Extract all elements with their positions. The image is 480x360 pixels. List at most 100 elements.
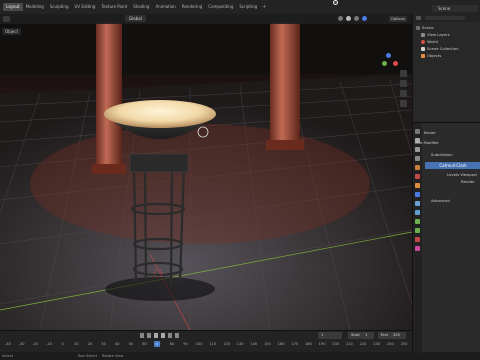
jump-end-icon[interactable] [175,333,179,338]
status-box-select: Box Select [78,354,98,358]
mode-label: Object [2,28,22,35]
start-frame-field[interactable]: 1 [362,332,374,339]
add-workspace-button[interactable]: + [262,4,266,10]
tool-tab-icon[interactable] [415,129,420,134]
add-modifier-dropdown[interactable]: Add Modifier [415,140,439,145]
timeline-tick-label: -30 [18,342,25,346]
workspace-tab-shading[interactable]: Shading [130,3,152,11]
workspace-tab-uv-editing[interactable]: UV Editing [72,3,99,11]
workspace-tab-modeling[interactable]: Modeling [23,3,47,11]
3d-viewport[interactable]: Global Options Object [0,14,412,330]
outliner-label: World [427,39,438,44]
gizmo-z-axis-icon[interactable] [386,53,391,58]
modifier-wrench-icon[interactable] [415,192,420,197]
shading-rendered-icon[interactable] [362,16,367,21]
gizmo-y-axis-icon[interactable] [382,61,387,66]
outliner-label: Objects [427,53,442,58]
levels-viewport-label: Levels Viewport [447,172,478,177]
outliner-search-input[interactable] [425,16,465,20]
outliner-row-world[interactable]: World [413,38,480,45]
current-frame-field[interactable]: 1 [318,332,342,339]
timeline-tick-label: 120 [223,342,230,346]
timeline-tick-label: 30 [101,342,106,346]
timeline-tick-label: 90 [183,342,188,346]
outliner-editor-icon[interactable] [416,16,421,20]
outliner-row-scene-collection[interactable]: Scene Collection [413,45,480,52]
outliner-row-scene[interactable]: Scene [413,24,480,31]
render-levels-label: Render [461,179,475,184]
status-select: Select [2,354,14,358]
texture-tab-icon[interactable] [415,246,420,251]
mouse-cursor-icon [333,0,338,5]
scene-selector[interactable]: Scene [432,5,478,12]
workspace-tab-scripting[interactable]: Scripting [236,3,260,11]
shading-material-icon[interactable] [354,16,359,21]
transform-orientation-dropdown[interactable]: Global [125,15,146,22]
timeline-tick-label: 170 [291,342,299,346]
catmull-clark-button[interactable]: Catmull-Clark [425,162,480,169]
next-keyframe-icon[interactable] [168,333,172,338]
view-layer-tab-icon[interactable] [415,156,420,161]
jump-start-icon[interactable] [140,333,144,338]
outliner-panel: Scene View Layers World Scene Collection… [412,14,480,122]
gizmo-x-axis-icon[interactable] [393,61,398,66]
modifier-name: Subdivision [431,152,453,157]
timeline-tick-label: -40 [5,342,11,346]
timeline-tick-label: 150 [264,342,271,346]
viewport-header: Global Options [0,14,412,24]
constraints-tab-icon[interactable] [415,219,420,224]
outliner-header [413,14,480,22]
workspace-tab-animation[interactable]: Animation [152,3,178,11]
background-sky [0,14,412,84]
timeline-tick-label: 40 [114,342,120,346]
particles-tab-icon[interactable] [415,201,420,206]
pillar-left [96,22,122,172]
object-name-field[interactable]: Bezier [424,130,436,135]
outliner-row-view-layers[interactable]: View Layers [413,31,480,38]
object-tab-icon[interactable] [415,183,420,188]
workspace-tab-sculpting[interactable]: Sculpting [47,3,72,11]
outliner-row-objects[interactable]: Objects [413,52,480,59]
objects-icon [421,53,425,58]
viewport-scene [0,14,412,330]
material-tab-icon[interactable] [415,237,420,242]
advanced-subpanel[interactable]: Advanced [431,198,450,203]
physics-tab-icon[interactable] [415,210,420,215]
properties-tabs [413,123,422,353]
end-frame-field[interactable]: 250 [390,332,406,339]
editor-type-icon[interactable] [3,16,10,22]
shading-wireframe-icon[interactable] [338,16,343,21]
workspace-tab-compositing[interactable]: Compositing [205,3,236,11]
timeline-tick-label: 190 [318,342,326,346]
timeline-tick-label: 130 [236,342,244,346]
workspace-tab-texture-paint[interactable]: Texture Paint [98,3,130,11]
camera-view-icon[interactable] [400,90,407,97]
play-reverse-icon[interactable] [154,333,158,338]
zoom-icon[interactable] [400,70,407,77]
pillar-right-base [266,140,304,150]
properties-panel: Bezier Add Modifier Subdivision Catmull-… [412,122,480,353]
options-dropdown[interactable]: Options [389,16,407,22]
modifier-header[interactable]: Subdivision [431,152,453,157]
timeline-ruler[interactable]: -40-30-20-100102030405060708090100110120… [0,341,412,351]
perspective-toggle-icon[interactable] [400,100,407,107]
prev-keyframe-icon[interactable] [147,333,151,338]
outliner-label: View Layers [427,32,450,37]
scene-tab-icon[interactable] [415,165,420,170]
timeline-tick-label: 20 [87,342,93,346]
play-icon[interactable] [161,333,165,338]
world-tab-icon[interactable] [415,174,420,179]
timeline-tick-label: 10 [73,342,79,346]
shading-solid-icon[interactable] [346,16,351,21]
timeline-playhead[interactable]: 1 [154,341,160,347]
workspace-tab-rendering[interactable]: Rendering [179,3,205,11]
workspace-tab-layout[interactable]: Layout [3,3,23,11]
scene-name: Scene [438,6,451,11]
output-tab-icon[interactable] [415,147,420,152]
data-tab-icon[interactable] [415,228,420,233]
timeline-tick-label: 50 [128,342,134,346]
timeline-tick-label: 100 [195,342,203,346]
timeline-tick-label: 60 [142,342,147,346]
add-modifier-label: Add Modifier [415,140,439,145]
pan-hand-icon[interactable] [400,80,407,87]
